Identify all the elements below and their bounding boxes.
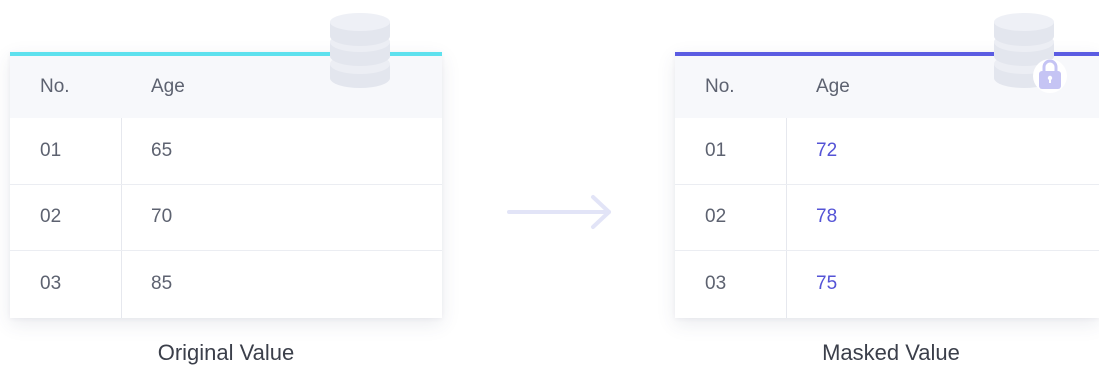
table-row: 03 75	[675, 251, 1099, 318]
masked-caption: Masked Value	[822, 340, 960, 365]
row-age-masked: 78	[816, 206, 838, 228]
row-no: 03	[705, 273, 727, 295]
arrow-right-icon	[507, 195, 611, 229]
row-age: 70	[151, 206, 173, 228]
row-no: 01	[40, 139, 62, 161]
table-row: 03 85	[10, 251, 442, 318]
header-age: Age	[151, 76, 185, 97]
row-no: 02	[40, 206, 62, 228]
row-age: 65	[151, 139, 173, 161]
row-no: 01	[705, 139, 727, 161]
row-age-masked: 72	[816, 139, 838, 161]
locked-database-icon	[994, 13, 1067, 93]
row-age: 85	[151, 273, 173, 295]
original-caption: Original Value	[157, 340, 295, 365]
table-row: 01 72	[675, 118, 1099, 185]
row-no: 03	[40, 273, 62, 295]
database-icon	[330, 13, 390, 88]
table-row: 02 78	[675, 185, 1099, 251]
header-age: Age	[816, 76, 850, 97]
lock-icon	[1033, 59, 1067, 93]
header-no: No.	[705, 76, 735, 97]
table-row: 01 65	[10, 118, 442, 185]
row-no: 02	[705, 206, 727, 228]
header-no: No.	[40, 76, 70, 97]
row-age-masked: 75	[816, 273, 838, 295]
table-row: 02 70	[10, 185, 442, 251]
